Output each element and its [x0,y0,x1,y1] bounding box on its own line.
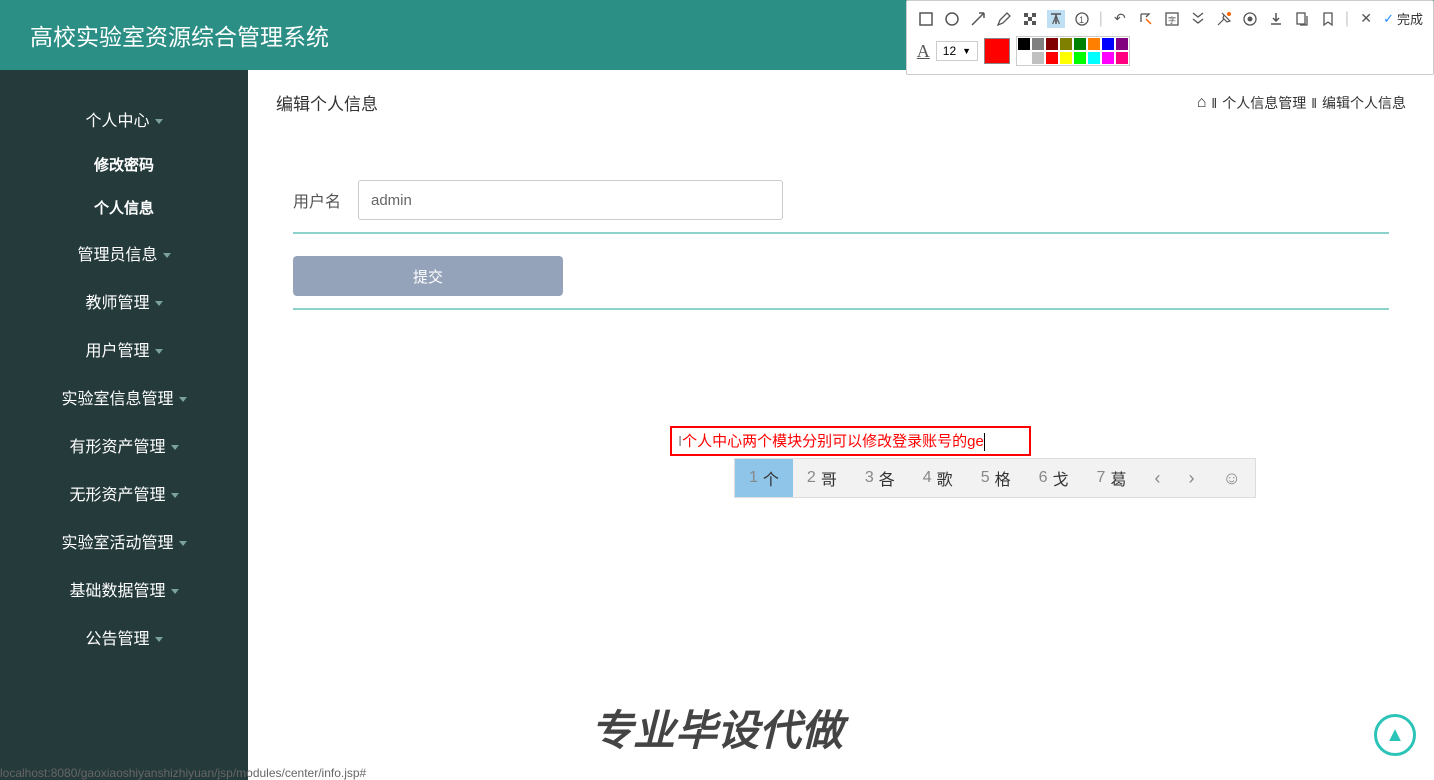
username-label: 用户名 [293,188,358,212]
username-input[interactable] [358,180,783,220]
caret-icon [179,397,187,402]
selected-color[interactable] [984,38,1010,64]
palette-color[interactable] [1087,51,1101,65]
scroll-top-button[interactable]: ▲ [1374,714,1416,756]
nav-base-data[interactable]: 基础数据管理 [0,565,248,613]
status-bar-url: localhost:8080/gaoxiaoshiyanshizhiyuan/j… [0,766,366,780]
main-content: 编辑个人信息 ⌂ ‖ 个人信息管理 ‖ 编辑个人信息 用户名 提交 [248,70,1434,392]
ime-candidate-bar: 1个 2哥 3各 4歌 5格 6戈 7葛 ‹ › ☺ [734,458,1256,498]
caret-icon [155,119,163,124]
divider [293,308,1389,310]
ime-candidate-4[interactable]: 4歌 [909,459,967,497]
svg-text:字: 字 [1168,15,1176,25]
submit-button[interactable]: 提交 [293,256,563,296]
record-icon[interactable] [1241,10,1259,28]
redo-icon[interactable] [1137,10,1155,28]
caret-icon [179,541,187,546]
ime-candidate-2[interactable]: 2哥 [793,459,851,497]
svg-text:A: A [1052,13,1060,27]
app-title: 高校实验室资源综合管理系统 [30,18,329,52]
mosaic-tool-icon[interactable] [1021,10,1039,28]
ime-emoji-icon[interactable]: ☺ [1208,468,1254,489]
rect-tool-icon[interactable] [917,10,935,28]
palette-color[interactable] [1045,37,1059,51]
palette-color[interactable] [1017,51,1031,65]
caret-icon [155,301,163,306]
nav-lab-info[interactable]: 实验室信息管理 [0,373,248,421]
pin-icon[interactable] [1215,10,1233,28]
done-button[interactable]: ✓完成 [1383,9,1423,28]
palette-color[interactable] [1073,51,1087,65]
ocr-icon[interactable]: 字 [1163,10,1181,28]
circle-tool-icon[interactable] [943,10,961,28]
number-tool-icon[interactable]: 1 [1073,10,1091,28]
font-size-select[interactable]: 12▼ [936,41,978,61]
palette-color[interactable] [1073,37,1087,51]
font-style-icon[interactable]: A [917,41,930,62]
palette-color[interactable] [1087,37,1101,51]
caret-icon [171,493,179,498]
palette-color[interactable] [1101,51,1115,65]
undo-icon[interactable]: ↶ [1111,10,1129,28]
caret-icon [171,445,179,450]
palette-color[interactable] [1045,51,1059,65]
color-palette [1016,36,1130,66]
page-title: 编辑个人信息 [276,90,378,115]
download-icon[interactable] [1267,10,1285,28]
palette-color[interactable] [1115,37,1129,51]
text-tool-icon[interactable]: A [1047,10,1065,28]
nav-admin-info[interactable]: 管理员信息 [0,229,248,277]
copy-icon[interactable] [1293,10,1311,28]
palette-color[interactable] [1017,37,1031,51]
sidebar: 个人中心 修改密码 个人信息 管理员信息 教师管理 用户管理 实验室信息管理 有… [0,70,248,780]
nav-tangible-assets[interactable]: 有形资产管理 [0,421,248,469]
arrow-up-icon: ▲ [1385,724,1405,747]
nav-personal-info[interactable]: 个人信息 [0,186,248,229]
ime-prev-icon[interactable]: ‹ [1140,468,1174,489]
caret-icon [155,349,163,354]
nav-personal-center[interactable]: 个人中心 [0,95,248,143]
arrow-tool-icon[interactable] [969,10,987,28]
caret-icon [155,637,163,642]
caret-icon [163,253,171,258]
ime-candidate-6[interactable]: 6戈 [1025,459,1083,497]
screenshot-toolbar: A 1 | ↶ 字 | ✕ ✓完成 A 12▼ [906,0,1434,75]
caret-icon [171,589,179,594]
svg-text:1: 1 [1079,15,1084,25]
ime-candidate-7[interactable]: 7葛 [1083,459,1141,497]
divider [293,232,1389,234]
ime-candidate-1[interactable]: 1个 [735,459,793,497]
nav-intangible-assets[interactable]: 无形资产管理 [0,469,248,517]
nav-announcement[interactable]: 公告管理 [0,613,248,661]
watermark-text: 专业毕设代做 [591,697,843,758]
palette-color[interactable] [1101,37,1115,51]
separator: | [1099,10,1103,28]
bookmark-icon[interactable] [1319,10,1337,28]
nav-change-password[interactable]: 修改密码 [0,143,248,186]
close-icon[interactable]: ✕ [1357,10,1375,28]
palette-color[interactable] [1059,37,1073,51]
separator: | [1345,10,1349,28]
ime-next-icon[interactable]: › [1174,468,1208,489]
nav-lab-activity[interactable]: 实验室活动管理 [0,517,248,565]
breadcrumb: ⌂ ‖ 个人信息管理 ‖ 编辑个人信息 [1197,93,1406,113]
scroll-capture-icon[interactable] [1189,10,1207,28]
breadcrumb-b[interactable]: 编辑个人信息 [1322,93,1406,113]
nav-user[interactable]: 用户管理 [0,325,248,373]
ime-candidate-5[interactable]: 5格 [967,459,1025,497]
palette-color[interactable] [1059,51,1073,65]
palette-color[interactable] [1031,37,1045,51]
nav-teacher[interactable]: 教师管理 [0,277,248,325]
pen-tool-icon[interactable] [995,10,1013,28]
annotation-box[interactable]: I个人中心两个模块分别可以修改登录账号的ge [670,426,1031,456]
palette-color[interactable] [1115,51,1129,65]
breadcrumb-a[interactable]: 个人信息管理 [1222,93,1306,113]
ime-candidate-3[interactable]: 3各 [851,459,909,497]
palette-color[interactable] [1031,51,1045,65]
home-icon[interactable]: ⌂ [1197,94,1207,112]
